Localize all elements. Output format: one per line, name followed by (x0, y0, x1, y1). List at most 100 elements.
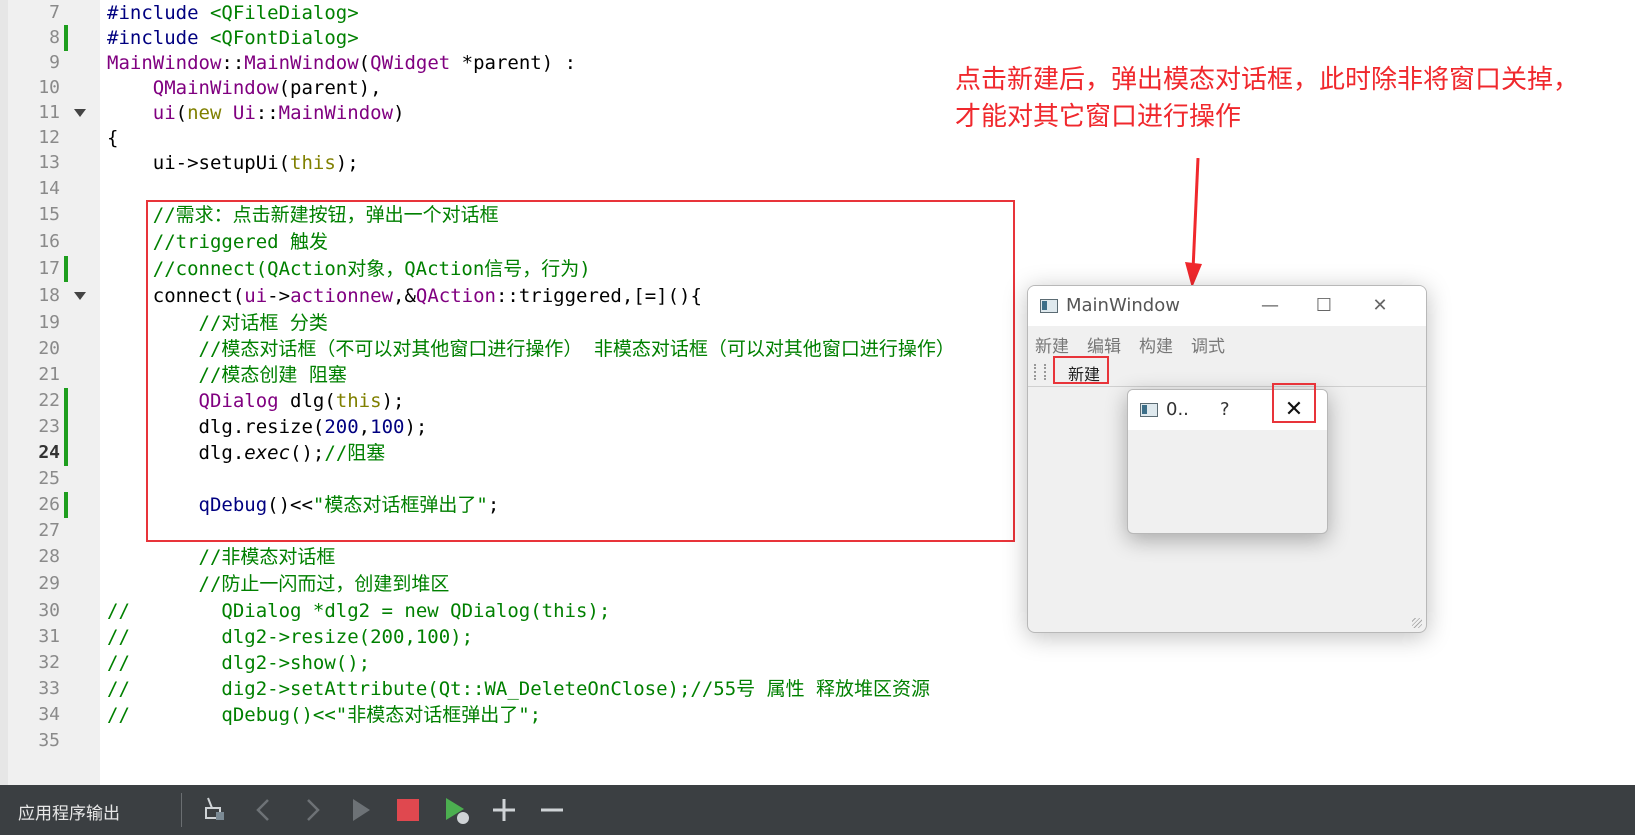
code-token: // dlg2->resize(200,100); (107, 626, 474, 648)
prev-icon[interactable] (248, 794, 280, 826)
code-token: :: (255, 102, 279, 124)
line-number: 32 (38, 652, 60, 673)
minimize-button[interactable]: — (1256, 292, 1284, 320)
code-token: { (107, 127, 119, 149)
code-token: new (187, 102, 222, 124)
toolbar-separator-icon (1044, 364, 1048, 380)
zoom-out-icon[interactable] (536, 794, 568, 826)
line-number: 13 (38, 152, 60, 173)
line-number: 16 (38, 231, 60, 252)
line-number: 17 (38, 258, 60, 279)
code-token: Ui (232, 102, 256, 124)
code-text: ui->setupUi(this); (107, 150, 359, 176)
code-token: #include (107, 27, 210, 49)
next-icon[interactable] (296, 794, 328, 826)
change-marker (64, 25, 68, 51)
toolbar-grip-icon[interactable] (1034, 364, 1038, 380)
line-number: 35 (38, 730, 60, 751)
help-button[interactable]: ? (1220, 399, 1230, 420)
line-number: 29 (38, 573, 60, 594)
line-number: 8 (49, 27, 60, 48)
close-button[interactable]: ✕ (1366, 292, 1394, 320)
maximize-button[interactable]: ☐ (1310, 292, 1338, 320)
line-number: 34 (38, 704, 60, 725)
code-token: // dig2->setAttribute(Qt::WA_DeleteOnClo… (107, 678, 931, 700)
menu-item-edit[interactable]: 编辑 (1087, 332, 1121, 357)
code-token: MainWindow (244, 52, 359, 74)
output-separator (181, 793, 182, 827)
menu-item-new[interactable]: 新建 (1035, 332, 1069, 357)
code-text: //防止一闪而过，创建到堆区 (107, 571, 450, 597)
code-text: #include <QFontDialog> (107, 25, 359, 51)
change-marker (64, 256, 68, 282)
annotation-arrow (1185, 158, 1202, 288)
line-number: 10 (38, 77, 60, 98)
dialog-title: 0.. (1166, 399, 1189, 420)
code-token: //防止一闪而过，创建到堆区 (198, 573, 450, 595)
code-token: ); (335, 152, 359, 174)
code-line[interactable]: 7 #include <QFileDialog> (0, 0, 1635, 26)
line-number: 7 (49, 2, 60, 23)
line-number: 28 (38, 546, 60, 567)
menu-item-build[interactable]: 构建 (1139, 332, 1173, 357)
code-token: //非模态对话框 (198, 546, 336, 568)
line-number: 14 (38, 178, 60, 199)
line-number: 21 (38, 364, 60, 385)
clear-icon[interactable] (198, 794, 230, 826)
line-number: 23 (38, 416, 60, 437)
window-app-icon (1040, 299, 1058, 313)
code-line[interactable]: 35 (0, 728, 1635, 754)
highlight-box-dialog-close (1272, 383, 1316, 423)
line-number: 26 (38, 494, 60, 515)
fold-arrow-icon[interactable] (74, 109, 86, 117)
line-number: 19 (38, 312, 60, 333)
zoom-in-icon[interactable] (488, 794, 520, 826)
code-text: MainWindow::MainWindow(QWidget *parent) … (107, 50, 576, 76)
code-token: <QFileDialog> (209, 2, 359, 24)
code-text: // qDebug()<<"非模态对话框弹出了"; (107, 702, 541, 728)
highlight-box-new-button (1053, 356, 1109, 384)
code-text: // dlg2->show(); (107, 650, 370, 676)
code-text: #include <QFileDialog> (107, 0, 359, 26)
code-token: ( (175, 102, 188, 124)
main-window-titlebar[interactable]: MainWindow — ☐ ✕ (1028, 286, 1426, 326)
menu-item-debug[interactable]: 调式 (1191, 332, 1225, 357)
change-marker (64, 492, 68, 518)
line-number: 31 (38, 626, 60, 647)
code-text: //非模态对话框 (107, 544, 336, 570)
line-number: 25 (38, 468, 60, 489)
dialog-app-icon (1140, 403, 1158, 417)
code-token: // dlg2->show(); (107, 652, 371, 674)
highlight-box-code (146, 200, 1015, 542)
stop-icon[interactable] (392, 794, 424, 826)
fold-arrow-icon[interactable] (74, 292, 86, 300)
code-line[interactable]: 32 // dlg2->show(); (0, 650, 1635, 676)
code-line[interactable]: 33 // dig2->setAttribute(Qt::WA_DeleteOnC… (0, 676, 1635, 702)
resize-grip-icon[interactable] (1412, 618, 1422, 628)
code-text: // QDialog *dlg2 = new QDialog(this); (107, 598, 610, 624)
code-text: // dlg2->resize(200,100); (107, 624, 473, 650)
code-token: ui->setupUi( (107, 152, 291, 174)
code-line[interactable]: 34 // qDebug()<<"非模态对话框弹出了"; (0, 702, 1635, 728)
code-line[interactable]: 8 #include <QFontDialog> (0, 25, 1635, 51)
output-panel-label[interactable]: 应用程序输出 (18, 799, 120, 824)
change-marker (64, 414, 68, 440)
code-token: <QFontDialog> (209, 27, 359, 49)
code-token: (parent), (278, 77, 382, 99)
run-icon[interactable] (344, 794, 376, 826)
code-line[interactable]: 14 (0, 176, 1635, 202)
line-number: 33 (38, 678, 60, 699)
change-marker (64, 440, 68, 466)
code-token: QMainWindow (152, 77, 279, 99)
main-window-title: MainWindow (1066, 295, 1180, 316)
code-line[interactable]: 13 ui->setupUi(this); (0, 150, 1635, 176)
code-token: QWidget (370, 52, 451, 74)
debug-run-icon[interactable] (440, 794, 472, 826)
code-text: // dig2->setAttribute(Qt::WA_DeleteOnClo… (107, 676, 930, 702)
code-text: ui(new Ui::MainWindow) (107, 100, 405, 126)
code-token: *parent) : (450, 52, 577, 74)
